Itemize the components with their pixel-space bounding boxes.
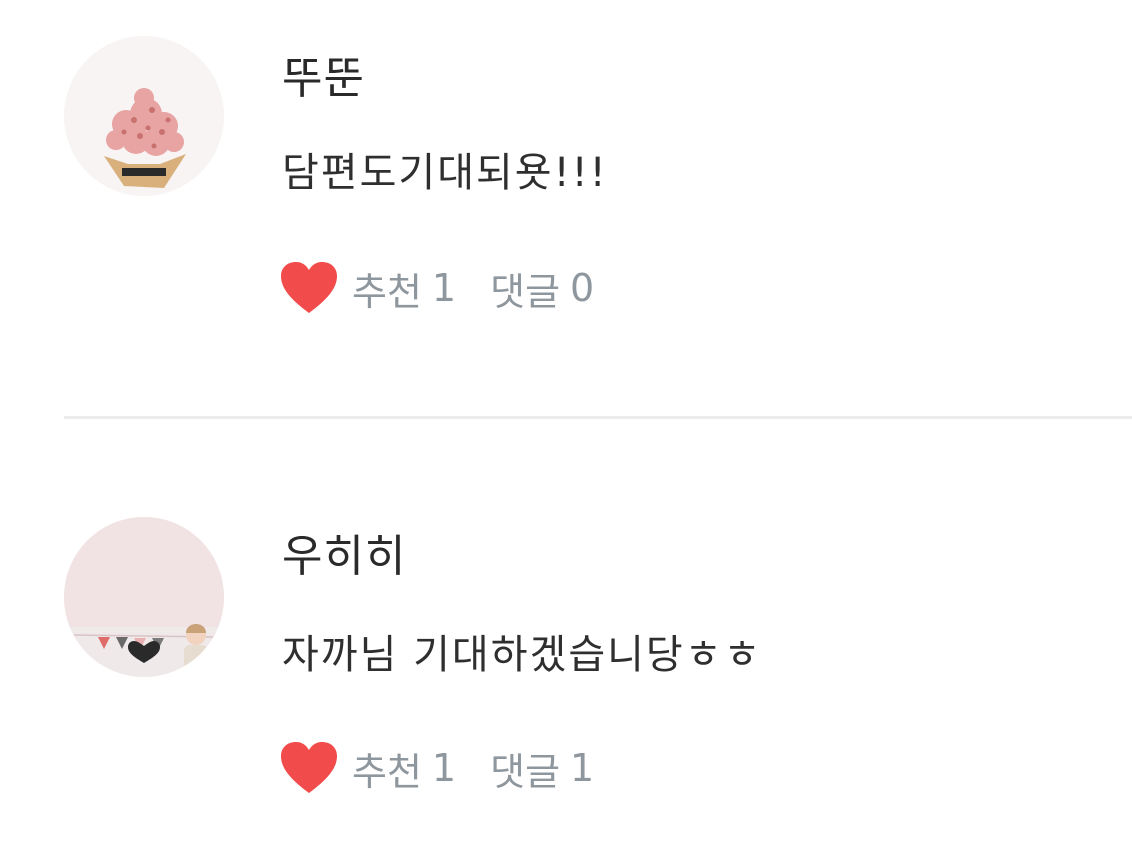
like-count: 1	[431, 266, 457, 310]
comment-actions: 추천 1 댓글 1	[280, 738, 594, 798]
like-label[interactable]: 추천	[352, 261, 422, 316]
reply-label[interactable]: 댓글	[490, 741, 560, 796]
heart-icon[interactable]	[280, 741, 338, 795]
reply-count: 1	[570, 746, 595, 790]
comment-text: 자까님 기대하겠습니당ㅎㅎ	[282, 632, 763, 678]
avatar[interactable]	[64, 517, 224, 677]
reply-label[interactable]: 댓글	[490, 261, 560, 316]
comment-username[interactable]: 우히히	[282, 520, 406, 584]
heart-icon[interactable]	[280, 261, 338, 315]
like-label[interactable]: 추천	[352, 741, 422, 796]
avatar[interactable]	[64, 36, 224, 196]
reply-button[interactable]: 댓글 1	[490, 741, 594, 796]
reply-button[interactable]: 댓글 0	[490, 261, 594, 316]
avatar-party-photo-image	[64, 517, 224, 677]
comment-divider	[64, 416, 1132, 419]
comment-text: 담편도기대되욧!!!	[282, 150, 608, 196]
comment-list: 뚜뚠 담편도기대되욧!!! 추천 1 댓글 0 우히히 자까님 기대하겠습니당ㅎ…	[0, 0, 1132, 849]
reply-count: 0	[570, 266, 595, 310]
like-count: 1	[431, 746, 457, 790]
avatar-flower-bouquet-image	[64, 36, 224, 196]
comment-username[interactable]: 뚜뚠	[282, 42, 365, 106]
comment-actions: 추천 1 댓글 0	[280, 258, 594, 318]
